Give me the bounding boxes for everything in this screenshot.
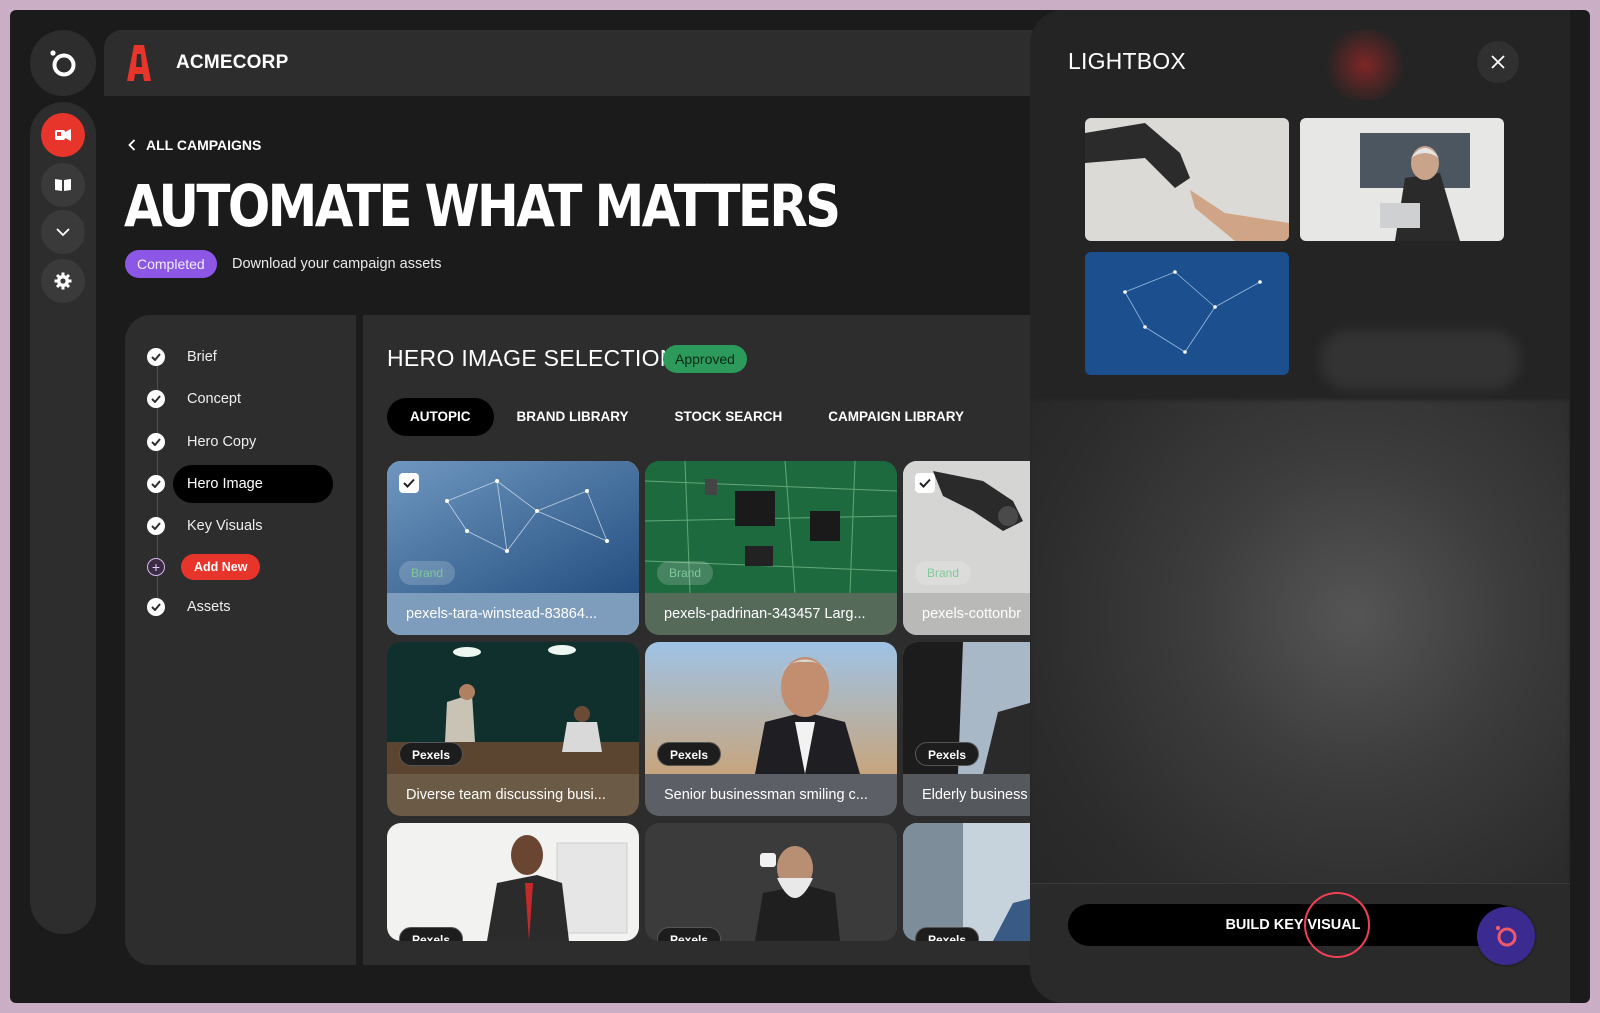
step-label: Concept: [187, 391, 242, 407]
source-tag: Brand: [657, 561, 714, 585]
source-tag: Pexels: [657, 927, 722, 941]
image-card[interactable]: Pexels: [645, 823, 897, 941]
source-tag: Pexels: [399, 927, 464, 941]
image-card[interactable]: Brand pexels-tara-winstead-83864...: [387, 461, 639, 635]
image-caption: pexels-padrinan-343457 Larg...: [645, 593, 897, 635]
blurred-backdrop-shape: [1320, 330, 1520, 390]
check-icon: [147, 598, 165, 616]
status-badge: Completed: [125, 250, 217, 278]
lightbox-item[interactable]: [1085, 252, 1289, 375]
image-card[interactable]: Pexels Senior businessman smiling c...: [645, 642, 897, 816]
app-logo-icon: [50, 50, 76, 77]
app-logo[interactable]: [30, 30, 96, 96]
brand-logo: [126, 44, 152, 87]
decorative-glow: [1320, 30, 1410, 100]
selected-checkbox-icon[interactable]: [915, 473, 935, 493]
image-caption: Senior businessman smiling c...: [645, 774, 897, 816]
step-key-visuals[interactable]: Key Visuals: [147, 507, 337, 545]
tab-stock-search[interactable]: STOCK SEARCH: [652, 398, 806, 436]
brand-name: ACMECORP: [176, 52, 289, 73]
lightbox-drawer: LIGHTBOX BUILD KEY VISUAL: [1030, 10, 1570, 1003]
all-campaigns-link[interactable]: ALL CAMPAIGNS: [128, 137, 261, 153]
step-label: Hero Image: [187, 476, 263, 492]
hero-image-panel: HERO IMAGE SELECTION Approved AUTOPIC BR…: [363, 315, 1103, 965]
step-assets[interactable]: Assets: [147, 588, 337, 626]
step-label: Brief: [187, 349, 217, 365]
source-tag: Pexels: [657, 742, 722, 766]
sidebar-rail: [30, 102, 96, 934]
lightbox-title: LIGHTBOX: [1068, 48, 1186, 74]
rail-campaigns-button[interactable]: [41, 113, 85, 157]
section-title: HERO IMAGE SELECTION: [387, 345, 677, 371]
source-tag: Brand: [915, 561, 972, 585]
step-hero-image[interactable]: Hero Image: [147, 465, 337, 503]
lightbox-thumbnail: [1085, 252, 1289, 375]
image-card[interactable]: Pexels: [387, 823, 639, 941]
tab-campaign-library[interactable]: CAMPAIGN LIBRARY: [805, 398, 987, 436]
status-message: Download your campaign assets: [232, 256, 442, 272]
blurred-backdrop: [1030, 400, 1570, 940]
source-tag: Pexels: [399, 742, 464, 766]
help-chat-button[interactable]: [1477, 907, 1535, 965]
step-brief[interactable]: Brief: [147, 338, 337, 376]
image-thumbnail: [387, 823, 639, 941]
source-tag: Brand: [399, 561, 456, 585]
approved-badge: Approved: [663, 345, 747, 373]
all-campaigns-label: ALL CAMPAIGNS: [146, 137, 262, 153]
check-icon: [147, 348, 165, 366]
check-icon: [147, 390, 165, 408]
step-label: Key Visuals: [187, 518, 263, 534]
step-add-new: + Add New: [147, 548, 337, 586]
tab-brand-library[interactable]: BRAND LIBRARY: [494, 398, 652, 436]
chevron-left-icon: [128, 139, 136, 151]
lightbox-item[interactable]: [1085, 118, 1289, 241]
step-label: Assets: [187, 599, 231, 615]
rail-settings-button[interactable]: [41, 259, 85, 303]
lightbox-thumbnail: [1300, 118, 1504, 241]
image-card[interactable]: Pexels Diverse team discussing busi...: [387, 642, 639, 816]
megaphone-icon: [55, 129, 71, 141]
build-key-visual-button[interactable]: BUILD KEY VISUAL: [1068, 904, 1518, 946]
check-icon: [147, 475, 165, 493]
tab-autopic[interactable]: AUTOPIC: [387, 398, 494, 436]
page-title: AUTOMATE WHAT MATTERS: [124, 172, 841, 240]
lightbox-thumbnail: [1085, 118, 1289, 241]
chevron-down-icon: [56, 228, 70, 237]
image-caption: pexels-tara-winstead-83864...: [387, 593, 639, 635]
image-caption: Diverse team discussing busi...: [387, 774, 639, 816]
brand-logo-icon: [127, 45, 151, 81]
add-new-button[interactable]: Add New: [181, 554, 261, 580]
source-tabs: AUTOPIC BRAND LIBRARY STOCK SEARCH CAMPA…: [387, 398, 987, 436]
check-icon: [147, 517, 165, 535]
chat-icon: [1495, 925, 1517, 947]
app-window: ACMECORP ALL CAMPAIGNS AUTOMATE WHAT MAT…: [10, 10, 1590, 1003]
source-tag: Pexels: [915, 927, 980, 941]
image-card[interactable]: Brand pexels-padrinan-343457 Larg...: [645, 461, 897, 635]
rail-expand-button[interactable]: [41, 210, 85, 254]
steps-panel: Brief Concept Hero Copy Hero Image Key V…: [125, 315, 356, 965]
gear-icon: [54, 272, 72, 290]
image-thumbnail: [645, 823, 897, 941]
click-indicator: [1304, 892, 1370, 958]
close-icon: [1491, 55, 1505, 69]
book-icon: [55, 179, 71, 191]
plus-icon: +: [147, 558, 165, 576]
rail-library-button[interactable]: [41, 163, 85, 207]
lightbox-close-button[interactable]: [1477, 41, 1519, 83]
step-concept[interactable]: Concept: [147, 380, 337, 418]
step-hero-copy[interactable]: Hero Copy: [147, 423, 337, 461]
step-label: Hero Copy: [187, 434, 257, 450]
lightbox-item[interactable]: [1300, 118, 1504, 241]
selected-checkbox-icon[interactable]: [399, 473, 419, 493]
top-header: ACMECORP: [104, 30, 1104, 96]
source-tag: Pexels: [915, 742, 980, 766]
check-icon: [147, 433, 165, 451]
